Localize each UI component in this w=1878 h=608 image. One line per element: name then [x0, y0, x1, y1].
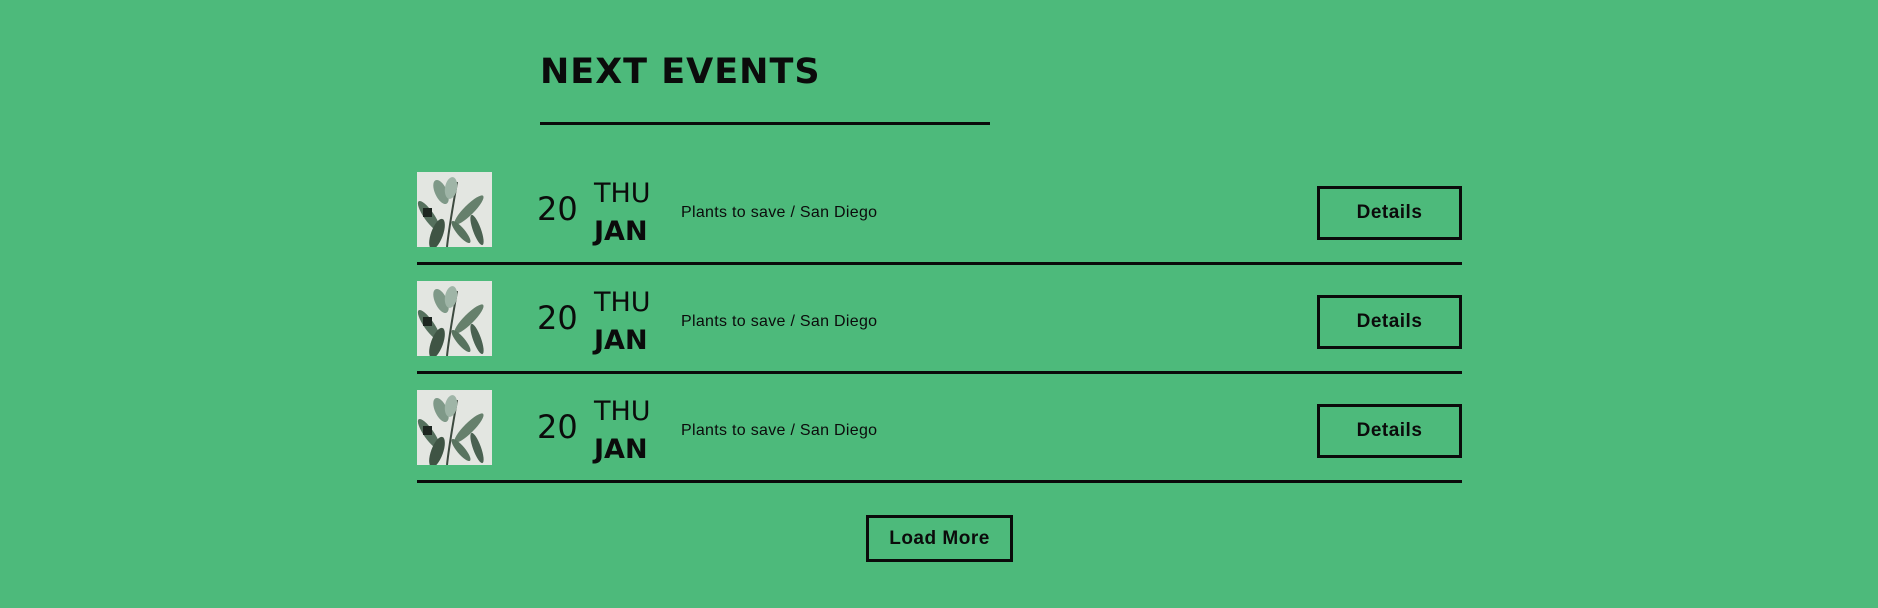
details-button[interactable]: Details: [1317, 404, 1462, 458]
event-day: 20: [537, 190, 578, 228]
event-day: 20: [537, 408, 578, 446]
row-divider: [417, 371, 1462, 374]
event-row: 20 THU JAN Plants to save / San Diego De…: [417, 172, 1462, 281]
event-description: Plants to save / San Diego: [681, 313, 878, 330]
row-divider: [417, 262, 1462, 265]
event-row: 20 THU JAN Plants to save / San Diego De…: [417, 281, 1462, 390]
event-weekday: THU: [594, 287, 651, 318]
details-button[interactable]: Details: [1317, 186, 1462, 240]
details-button[interactable]: Details: [1317, 295, 1462, 349]
event-thumbnail: [417, 281, 492, 356]
event-day: 20: [537, 299, 578, 337]
plant-photo-icon: [417, 281, 492, 356]
event-weekday: THU: [594, 178, 651, 209]
event-month: JAN: [594, 216, 648, 247]
event-month: JAN: [594, 325, 648, 356]
event-thumbnail: [417, 172, 492, 247]
event-month: JAN: [594, 434, 648, 465]
event-row: 20 THU JAN Plants to save / San Diego De…: [417, 390, 1462, 499]
load-more-button[interactable]: Load More: [866, 515, 1013, 562]
event-weekday: THU: [594, 396, 651, 427]
plant-photo-icon: [417, 390, 492, 465]
event-description: Plants to save / San Diego: [681, 204, 878, 221]
section-title: NEXT EVENTS: [540, 52, 821, 92]
event-thumbnail: [417, 390, 492, 465]
event-description: Plants to save / San Diego: [681, 422, 878, 439]
next-events-section: NEXT EVENTS 20 THU JAN Plants to save / …: [0, 0, 1878, 608]
event-list: 20 THU JAN Plants to save / San Diego De…: [417, 172, 1462, 499]
title-underline: [540, 122, 990, 125]
row-divider: [417, 480, 1462, 483]
plant-photo-icon: [417, 172, 492, 247]
